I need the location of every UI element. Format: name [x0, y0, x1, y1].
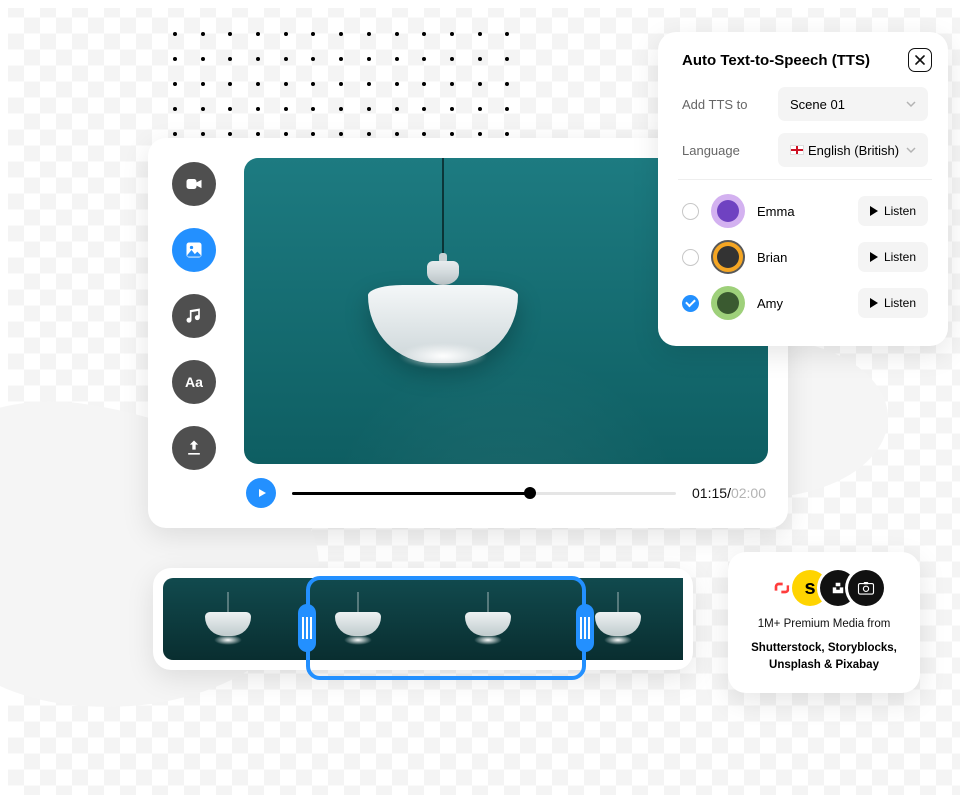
text-icon: Aa: [185, 374, 203, 390]
play-icon: [870, 298, 878, 308]
voice-avatar: [711, 286, 745, 320]
image-icon: [184, 240, 204, 260]
voice-row[interactable]: Emma Listen: [682, 194, 928, 228]
clip-thumb[interactable]: [553, 578, 683, 660]
tts-lang-select[interactable]: English (British): [778, 133, 928, 167]
tts-panel: Auto Text-to-Speech (TTS) Add TTS to Sce…: [658, 32, 948, 346]
close-button[interactable]: [908, 48, 932, 72]
tool-rail: Aa: [168, 158, 220, 508]
voice-row[interactable]: Amy Listen: [682, 286, 928, 320]
clip-thumb[interactable]: [293, 578, 423, 660]
time-elapsed: 01:15: [692, 485, 727, 501]
clip-thumb[interactable]: [423, 578, 553, 660]
play-icon: [870, 252, 878, 262]
voice-avatar: [711, 194, 745, 228]
close-icon: [915, 55, 925, 65]
play-button[interactable]: [246, 478, 276, 508]
voice-avatar: [711, 240, 745, 274]
upload-icon: [184, 438, 204, 458]
time-total: 02:00: [731, 485, 766, 501]
media-line-2: Shutterstock, Storyblocks, Unsplash & Pi…: [740, 640, 908, 675]
voice-radio[interactable]: [682, 249, 699, 266]
tts-scene-label: Add TTS to: [682, 97, 748, 112]
flag-icon: [790, 145, 804, 155]
seek-fill: [292, 492, 530, 495]
media-sources-card: s 1M+ Premium Media from Shutterstock, S…: [728, 552, 920, 693]
listen-button[interactable]: Listen: [858, 196, 928, 226]
clip-thumb[interactable]: [163, 578, 293, 660]
image-tool-button[interactable]: [172, 228, 216, 272]
voice-radio[interactable]: [682, 203, 699, 220]
music-icon: [184, 306, 204, 326]
play-icon: [870, 206, 878, 216]
time-readout: 01:15/02:00: [692, 485, 766, 501]
listen-button[interactable]: Listen: [858, 288, 928, 318]
filmstrip[interactable]: [153, 568, 693, 670]
voice-row[interactable]: Brian Listen: [682, 240, 928, 274]
chevron-down-icon: [906, 99, 916, 109]
media-logos: s: [740, 570, 908, 606]
seek-track[interactable]: [292, 492, 676, 495]
voice-name: Brian: [757, 250, 846, 265]
text-tool-button[interactable]: Aa: [172, 360, 216, 404]
tts-title: Auto Text-to-Speech (TTS): [682, 52, 928, 69]
pixabay-logo: [848, 570, 884, 606]
upload-tool-button[interactable]: [172, 426, 216, 470]
video-icon: [184, 174, 204, 194]
voice-radio[interactable]: [682, 295, 699, 312]
seek-knob[interactable]: [524, 487, 536, 499]
voice-name: Emma: [757, 204, 846, 219]
play-icon: [256, 487, 268, 499]
music-tool-button[interactable]: [172, 294, 216, 338]
tts-lang-label: Language: [682, 143, 740, 158]
media-line-1: 1M+ Premium Media from: [740, 618, 908, 630]
voice-name: Amy: [757, 296, 846, 311]
stage: Aa: [8, 8, 960, 795]
chevron-down-icon: [906, 145, 916, 155]
video-tool-button[interactable]: [172, 162, 216, 206]
preview-art: [368, 158, 518, 363]
tts-scene-select[interactable]: Scene 01: [778, 87, 928, 121]
listen-button[interactable]: Listen: [858, 242, 928, 272]
divider: [678, 179, 932, 180]
